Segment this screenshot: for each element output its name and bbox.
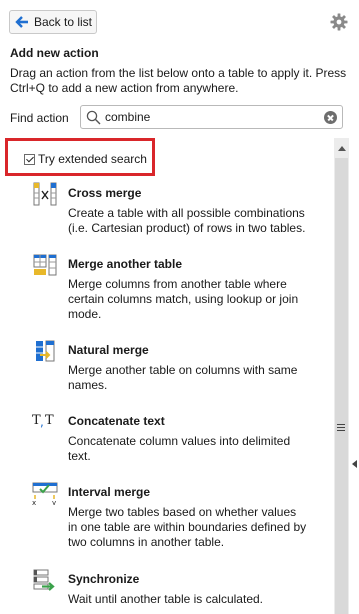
extended-search-checkbox[interactable] [24, 154, 35, 165]
action-list: Try extended search Cross merge Create a… [0, 138, 334, 614]
scroll-up-icon[interactable] [338, 146, 346, 151]
svg-text:T: T [45, 413, 54, 428]
synchronize-icon [33, 569, 55, 591]
gear-icon[interactable] [330, 13, 348, 31]
merge-table-icon [33, 254, 57, 276]
extended-search-label: Try extended search [38, 152, 147, 166]
collapse-panel-icon[interactable] [352, 460, 357, 468]
scrollbar-thumb[interactable] [335, 158, 348, 614]
action-description: Concatenate column values into delimited… [68, 434, 291, 463]
action-description: Wait until another table is calculated. [68, 592, 263, 606]
action-title: Natural merge [68, 343, 149, 357]
scrollbar-grip-icon [337, 424, 345, 431]
interval-merge-icon: x y [32, 482, 58, 505]
list-scrollbar[interactable] [334, 138, 349, 614]
action-title: Interval merge [68, 485, 151, 499]
panel-heading: Add new action [10, 46, 99, 60]
action-description: Merge two tables based on whether values… [68, 505, 307, 549]
action-item-synchronize[interactable]: Synchronize Wait until another table is … [30, 568, 330, 614]
svg-text:y: y [52, 499, 56, 505]
find-action-field[interactable] [80, 105, 343, 129]
action-title: Concatenate text [68, 414, 165, 428]
natural-merge-icon [36, 340, 55, 362]
action-description: Merge columns from another table where c… [68, 277, 299, 321]
cross-merge-icon [33, 182, 57, 206]
arrow-left-icon [15, 16, 28, 28]
find-action-label: Find action [10, 111, 69, 125]
action-description: Create a table with all possible combina… [68, 206, 306, 235]
clear-icon[interactable] [324, 111, 337, 124]
top-bar: Back to list [0, 0, 359, 42]
back-to-list-label: Back to list [34, 15, 93, 29]
action-item-interval-merge[interactable]: x y Interval merge Merge two tables base… [30, 481, 330, 559]
concatenate-text-icon: T , T [32, 413, 54, 429]
svg-text:x: x [32, 499, 36, 505]
action-item-natural-merge[interactable]: Natural merge Merge another table on col… [30, 339, 330, 399]
find-action-input[interactable] [105, 108, 315, 126]
back-to-list-button[interactable]: Back to list [9, 10, 97, 34]
action-title: Merge another table [68, 257, 183, 271]
action-title: Cross merge [68, 186, 142, 200]
extended-search-option[interactable]: Try extended search [5, 138, 155, 176]
action-item-cross-merge[interactable]: Cross merge Create a table with all poss… [30, 182, 330, 242]
action-description: Merge another table on columns with same… [68, 363, 298, 392]
action-item-merge-another-table[interactable]: Merge another table Merge columns from a… [30, 253, 330, 329]
panel-description: Drag an action from the list below onto … [10, 66, 347, 95]
svg-text:,: , [40, 415, 44, 429]
search-icon [86, 110, 101, 125]
action-title: Synchronize [68, 572, 140, 586]
action-item-concatenate-text[interactable]: T , T Concatenate text Concatenate colum… [30, 410, 330, 470]
